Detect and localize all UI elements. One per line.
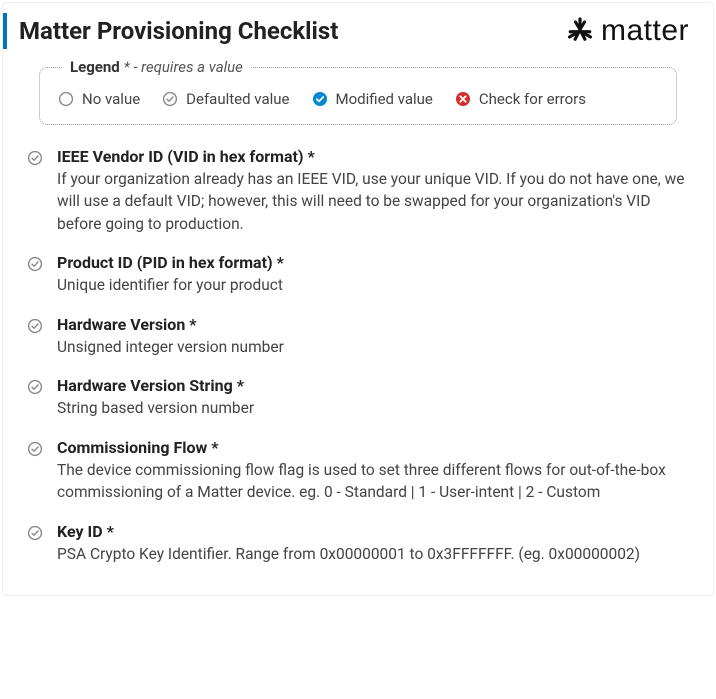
checklist-item[interactable]: Hardware Version * Unsigned integer vers…	[27, 315, 689, 358]
status-defaulted-icon	[27, 525, 43, 541]
item-desc: If your organization already has an IEEE…	[57, 168, 689, 235]
status-defaulted-icon	[27, 318, 43, 334]
checklist-item[interactable]: Product ID (PID in hex format) * Unique …	[27, 253, 689, 296]
item-title: Key ID *	[57, 522, 689, 541]
legend-text: Modified value	[336, 90, 433, 108]
item-desc: PSA Crypto Key Identifier. Range from 0x…	[57, 543, 689, 565]
legend-item-defaulted: Defaulted value	[162, 90, 289, 108]
matter-icon	[565, 16, 595, 46]
checklist: IEEE Vendor ID (VID in hex format) * If …	[27, 147, 689, 565]
status-defaulted-icon	[27, 150, 43, 166]
item-title: Hardware Version String *	[57, 376, 689, 395]
checklist-card: Matter Provisioning Checklist matter Leg…	[2, 2, 714, 596]
legend-title: Legend * - requires a value	[62, 58, 251, 76]
item-desc: Unique identifier for your product	[57, 274, 689, 296]
legend-item-error: Check for errors	[455, 90, 586, 108]
checklist-item[interactable]: Hardware Version String * String based v…	[27, 376, 689, 419]
item-title: Commissioning Flow *	[57, 438, 689, 457]
legend-item-modified: Modified value	[312, 90, 433, 108]
circle-x-red-icon	[455, 91, 471, 107]
status-defaulted-icon	[27, 441, 43, 457]
circle-check-grey-icon	[162, 91, 178, 107]
circle-check-blue-icon	[312, 91, 328, 107]
checklist-item[interactable]: IEEE Vendor ID (VID in hex format) * If …	[27, 147, 689, 235]
legend-row: No value Defaulted value Modified value …	[58, 86, 658, 108]
item-title: IEEE Vendor ID (VID in hex format) *	[57, 147, 689, 166]
checklist-item[interactable]: Key ID * PSA Crypto Key Identifier. Rang…	[27, 522, 689, 565]
item-title: Hardware Version *	[57, 315, 689, 334]
legend-box: Legend * - requires a value No value Def…	[39, 67, 677, 125]
legend-text: Check for errors	[479, 90, 586, 108]
page-header: Matter Provisioning Checklist matter	[3, 13, 689, 49]
page-title: Matter Provisioning Checklist	[19, 17, 338, 45]
status-defaulted-icon	[27, 256, 43, 272]
legend-text: No value	[82, 90, 140, 108]
legend-text: Defaulted value	[186, 90, 289, 108]
legend-item-no-value: No value	[58, 90, 140, 108]
item-desc: The device commissioning flow flag is us…	[57, 459, 689, 504]
checklist-item[interactable]: Commissioning Flow * The device commissi…	[27, 438, 689, 504]
item-desc: String based version number	[57, 397, 689, 419]
circle-empty-icon	[58, 91, 74, 107]
status-defaulted-icon	[27, 379, 43, 395]
item-desc: Unsigned integer version number	[57, 336, 689, 358]
brand-logo: matter	[565, 14, 689, 48]
brand-word: matter	[601, 14, 689, 48]
item-title: Product ID (PID in hex format) *	[57, 253, 689, 272]
